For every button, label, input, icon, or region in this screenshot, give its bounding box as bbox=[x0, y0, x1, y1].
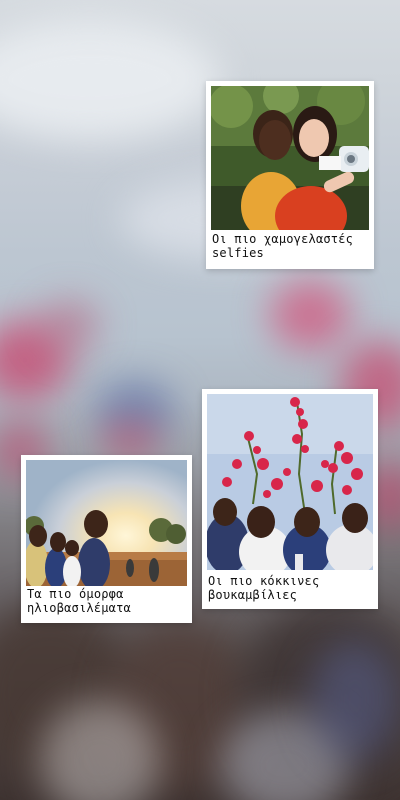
card-caption: Οι πιο κόκκινες βουκαμβίλιες bbox=[208, 574, 320, 602]
card-caption: Οι πιο χαμογελαστές selfies bbox=[212, 232, 354, 260]
flower-blur bbox=[40, 300, 100, 350]
cloud-blur bbox=[0, 20, 220, 140]
sunset-photo bbox=[26, 460, 187, 586]
sunset-illustration bbox=[26, 460, 187, 586]
card-caption: Τα πιο όμορφα ηλιοβασιλέματα bbox=[27, 587, 131, 615]
flower-blur bbox=[100, 420, 160, 460]
polaroid-card-bougainvillea: Οι πιο κόκκινες βουκαμβίλιες bbox=[202, 389, 378, 609]
selfie-photo bbox=[211, 86, 369, 230]
polaroid-card-sunsets: Τα πιο όμορφα ηλιοβασιλέματα bbox=[21, 455, 192, 623]
polaroid-card-selfies: Οι πιο χαμογελαστές selfies bbox=[206, 81, 374, 269]
bougainvillea-photo bbox=[207, 394, 373, 570]
flower-blur bbox=[270, 280, 350, 350]
blue-shirt-blur bbox=[310, 640, 400, 760]
bougainvillea-illustration bbox=[207, 394, 373, 570]
selfie-illustration bbox=[211, 86, 369, 230]
